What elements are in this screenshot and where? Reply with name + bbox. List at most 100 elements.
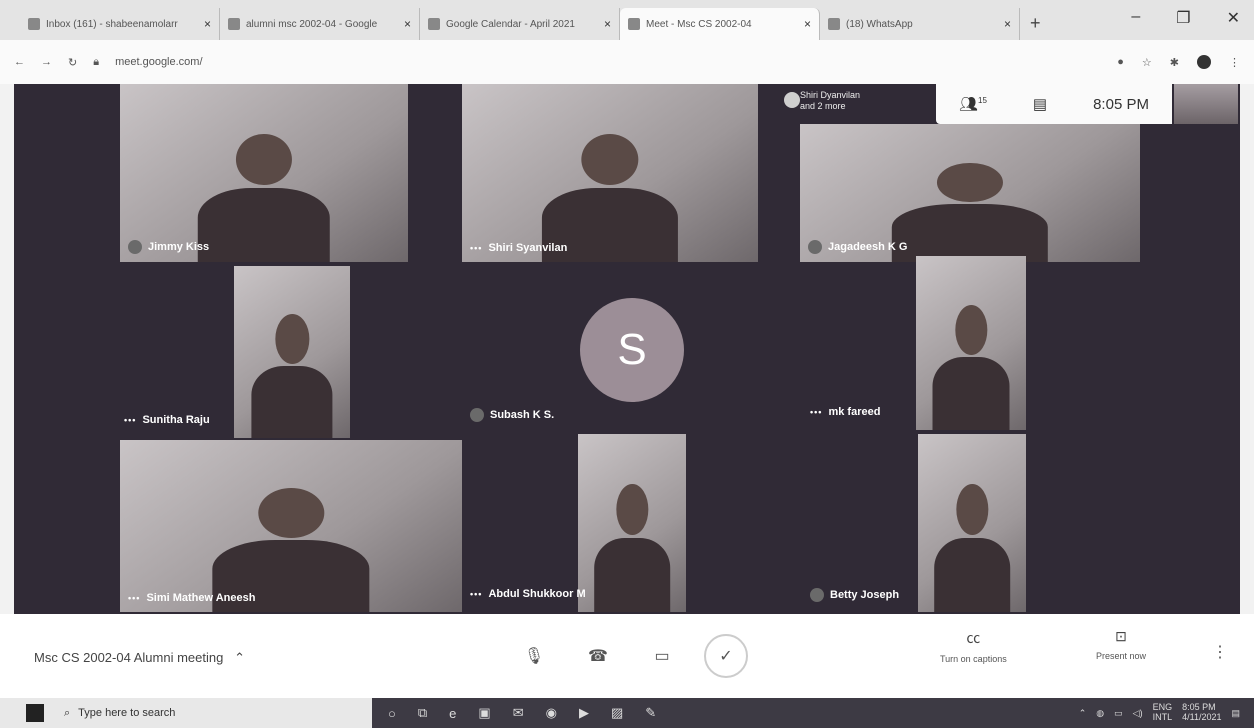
- sheets-icon: [228, 18, 240, 30]
- participant-video: [891, 162, 1049, 262]
- menu-kebab-icon[interactable]: ⋮: [1229, 56, 1240, 69]
- more-options-icon[interactable]: ⋮: [1212, 642, 1228, 662]
- participant-nameplate: ••• Abdul Shukkoor M: [470, 588, 586, 600]
- meeting-details-button[interactable]: Msc CS 2002-04 Alumni meeting ⌃: [34, 650, 245, 666]
- participant-tile[interactable]: [234, 266, 350, 438]
- search-icon: ⌕: [64, 706, 71, 719]
- cortana-icon[interactable]: ○: [388, 706, 396, 721]
- more-options-icon[interactable]: •••: [128, 593, 140, 603]
- leave-call-button[interactable]: ☎︎: [584, 642, 612, 670]
- mail-icon[interactable]: ✉: [513, 705, 524, 721]
- stacked-participants-avatar: [784, 92, 800, 108]
- captions-label: Turn on captions: [940, 654, 1007, 664]
- photos-icon[interactable]: ▨: [611, 705, 623, 721]
- maximize-icon[interactable]: ❐: [1176, 8, 1190, 28]
- participant-nameplate: Subash K S.: [470, 408, 554, 422]
- participant-video: [934, 483, 1010, 612]
- url-field[interactable]: meet.google.com/: [115, 56, 1101, 68]
- close-tab-icon[interactable]: ×: [404, 17, 411, 31]
- tab-gmail[interactable]: Inbox (161) - shabeenamolarr ×: [20, 8, 220, 40]
- participant-tile[interactable]: ••• Simi Mathew Aneesh: [120, 440, 462, 612]
- forward-icon[interactable]: →: [41, 56, 52, 68]
- back-icon[interactable]: ←: [14, 56, 25, 68]
- tab-calendar[interactable]: Google Calendar - April 2021 ×: [420, 8, 620, 40]
- camera-indicator-icon[interactable]: ●: [1117, 56, 1124, 68]
- participant-avatar: S: [580, 298, 684, 402]
- tab-title: (18) WhatsApp: [846, 18, 913, 30]
- bookmark-star-icon[interactable]: ☆: [1142, 56, 1152, 69]
- volume-icon[interactable]: ◁): [1133, 708, 1143, 719]
- profile-avatar[interactable]: [1197, 55, 1211, 69]
- participant-name: Simi Mathew Aneesh: [146, 592, 256, 604]
- participant-name: mk fareed: [828, 406, 881, 418]
- battery-icon[interactable]: ▭: [1114, 708, 1123, 719]
- more-options-icon[interactable]: •••: [470, 243, 482, 253]
- participant-tile[interactable]: ••• Shiri Syanvilan: [462, 84, 758, 262]
- close-tab-icon[interactable]: ×: [604, 17, 611, 31]
- tab-title: alumni msc 2002-04 - Google: [246, 18, 378, 30]
- extensions-icon[interactable]: ✱: [1170, 56, 1179, 69]
- store-icon[interactable]: ▣: [478, 705, 490, 721]
- raise-hand-button[interactable]: ✓: [704, 634, 748, 678]
- participant-name: Abdul Shukkoor M: [488, 588, 586, 600]
- mic-muted-icon: [128, 240, 142, 254]
- chrome-icon[interactable]: ◉: [546, 705, 557, 721]
- microphone-button[interactable]: 🎙︎: [520, 642, 548, 670]
- participant-name: Betty Joseph: [830, 589, 900, 601]
- self-view-tile[interactable]: [1174, 84, 1238, 124]
- tab-whatsapp[interactable]: (18) WhatsApp ×: [820, 8, 1020, 40]
- search-placeholder: Type here to search: [78, 707, 176, 719]
- people-count: 15: [978, 96, 987, 105]
- language-indicator[interactable]: ENG INTL: [1152, 702, 1173, 723]
- tab-sheets[interactable]: alumni msc 2002-04 - Google ×: [220, 8, 420, 40]
- captions-button[interactable]: ㏄ Turn on captions: [940, 628, 1007, 664]
- network-icon[interactable]: ◍: [1096, 708, 1104, 719]
- chevron-up-icon: ⌃: [226, 650, 246, 665]
- meeting-info-bar: 👥︎15 ▤ 8:05 PM: [936, 84, 1172, 124]
- gmail-icon: [28, 18, 40, 30]
- window-controls: – ❐ ✕: [1131, 8, 1240, 28]
- taskbar-clock[interactable]: 8:05 PM 4/11/2021: [1182, 702, 1221, 723]
- task-view-icon[interactable]: ⧉: [418, 705, 427, 721]
- present-now-button[interactable]: ⊡ Present now: [1096, 628, 1146, 661]
- app-icon[interactable]: ✎: [645, 705, 656, 721]
- participant-tile[interactable]: Jimmy Kiss: [120, 84, 408, 262]
- participant-nameplate: Betty Joseph: [810, 588, 899, 602]
- participant-video: [594, 483, 670, 612]
- tab-meet[interactable]: Meet - Msc CS 2002-04 ×: [620, 8, 820, 40]
- more-options-icon[interactable]: •••: [470, 589, 482, 599]
- notifications-icon[interactable]: ▤: [1231, 708, 1240, 719]
- taskbar-search[interactable]: ⌕ Type here to search: [64, 703, 364, 723]
- close-window-icon[interactable]: ✕: [1227, 8, 1240, 28]
- reload-icon[interactable]: ↻: [68, 56, 77, 69]
- participant-nameplate: ••• Simi Mathew Aneesh: [128, 592, 255, 604]
- participant-tile[interactable]: [918, 434, 1026, 612]
- media-icon[interactable]: ▶: [579, 705, 589, 721]
- participant-tile[interactable]: Jagadeesh K G: [800, 124, 1140, 262]
- participant-video: [932, 304, 1010, 430]
- close-tab-icon[interactable]: ×: [204, 17, 211, 31]
- minimize-icon[interactable]: –: [1131, 8, 1140, 28]
- tray-chevron-icon[interactable]: ⌃: [1079, 708, 1087, 719]
- region: INTL: [1152, 712, 1173, 722]
- close-tab-icon[interactable]: ×: [1004, 17, 1011, 31]
- camera-button[interactable]: ▭: [648, 642, 676, 670]
- close-tab-icon[interactable]: ×: [804, 17, 811, 31]
- more-options-icon[interactable]: •••: [124, 415, 136, 425]
- mic-muted-icon: [810, 588, 824, 602]
- lock-icon: 🔒︎: [93, 55, 100, 68]
- windows-start-icon[interactable]: [26, 704, 44, 722]
- people-button[interactable]: 👥︎15: [959, 95, 987, 113]
- more-options-icon[interactable]: •••: [810, 407, 822, 417]
- meet-control-bar: Msc CS 2002-04 Alumni meeting ⌃ 🎙︎ ☎︎ ▭ …: [0, 614, 1254, 698]
- meeting-clock: 8:05 PM: [1093, 95, 1149, 113]
- taskbar-apps: ○ ⧉ e ▣ ✉ ◉ ▶ ▨ ✎: [372, 698, 772, 728]
- new-tab-button[interactable]: +: [1020, 13, 1051, 40]
- participant-name: Jagadeesh K G: [828, 241, 908, 253]
- participant-tile[interactable]: [916, 256, 1026, 430]
- chat-icon[interactable]: ▤: [1033, 95, 1047, 113]
- participant-tile[interactable]: [578, 434, 686, 612]
- edge-icon[interactable]: e: [449, 706, 456, 721]
- present-label: Present now: [1096, 651, 1147, 661]
- participant-nameplate: ••• Sunitha Raju: [124, 414, 210, 426]
